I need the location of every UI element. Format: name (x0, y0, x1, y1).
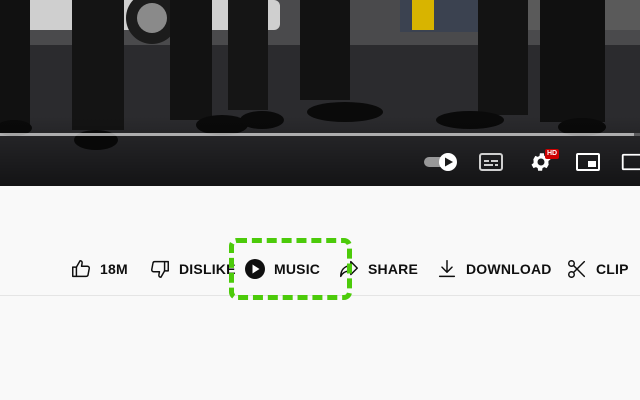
progress-bar[interactable] (0, 133, 640, 136)
music-label: MUSIC (274, 261, 321, 277)
clip-button[interactable]: CLIP (566, 252, 629, 286)
play-circle-icon (244, 258, 266, 280)
hd-badge: HD (545, 149, 560, 159)
like-count: 18M (100, 261, 128, 277)
page: HD 18M DISLIKE MUSIC SHARE DOWNLOAD CLIP (0, 0, 640, 400)
like-button[interactable]: 18M (70, 252, 128, 286)
progress-fill (0, 133, 634, 136)
theater-button[interactable] (620, 148, 640, 176)
share-button[interactable]: SHARE (338, 252, 418, 286)
scissors-icon (566, 258, 588, 280)
toggle-play-icon (424, 153, 457, 171)
thumbs-up-icon (70, 258, 92, 280)
divider (0, 295, 640, 296)
download-label: DOWNLOAD (466, 261, 552, 277)
theater-icon (621, 153, 640, 171)
dislike-button[interactable]: DISLIKE (149, 252, 236, 286)
share-label: SHARE (368, 261, 419, 277)
download-icon (436, 258, 458, 280)
dislike-label: DISLIKE (179, 261, 236, 277)
autoplay-toggle[interactable] (420, 148, 460, 176)
subtitles-icon (479, 153, 503, 171)
music-button[interactable]: MUSIC (244, 252, 320, 286)
clip-label: CLIP (596, 261, 629, 277)
subtitles-button[interactable] (476, 148, 506, 176)
download-button[interactable]: DOWNLOAD (436, 252, 552, 286)
thumbs-down-icon (149, 258, 171, 280)
action-row: 18M DISLIKE MUSIC SHARE DOWNLOAD CLIP (0, 252, 640, 286)
miniplayer-icon (576, 153, 600, 171)
miniplayer-button[interactable] (574, 148, 602, 176)
video-player[interactable]: HD (0, 0, 640, 186)
share-arrow-icon (338, 258, 360, 280)
